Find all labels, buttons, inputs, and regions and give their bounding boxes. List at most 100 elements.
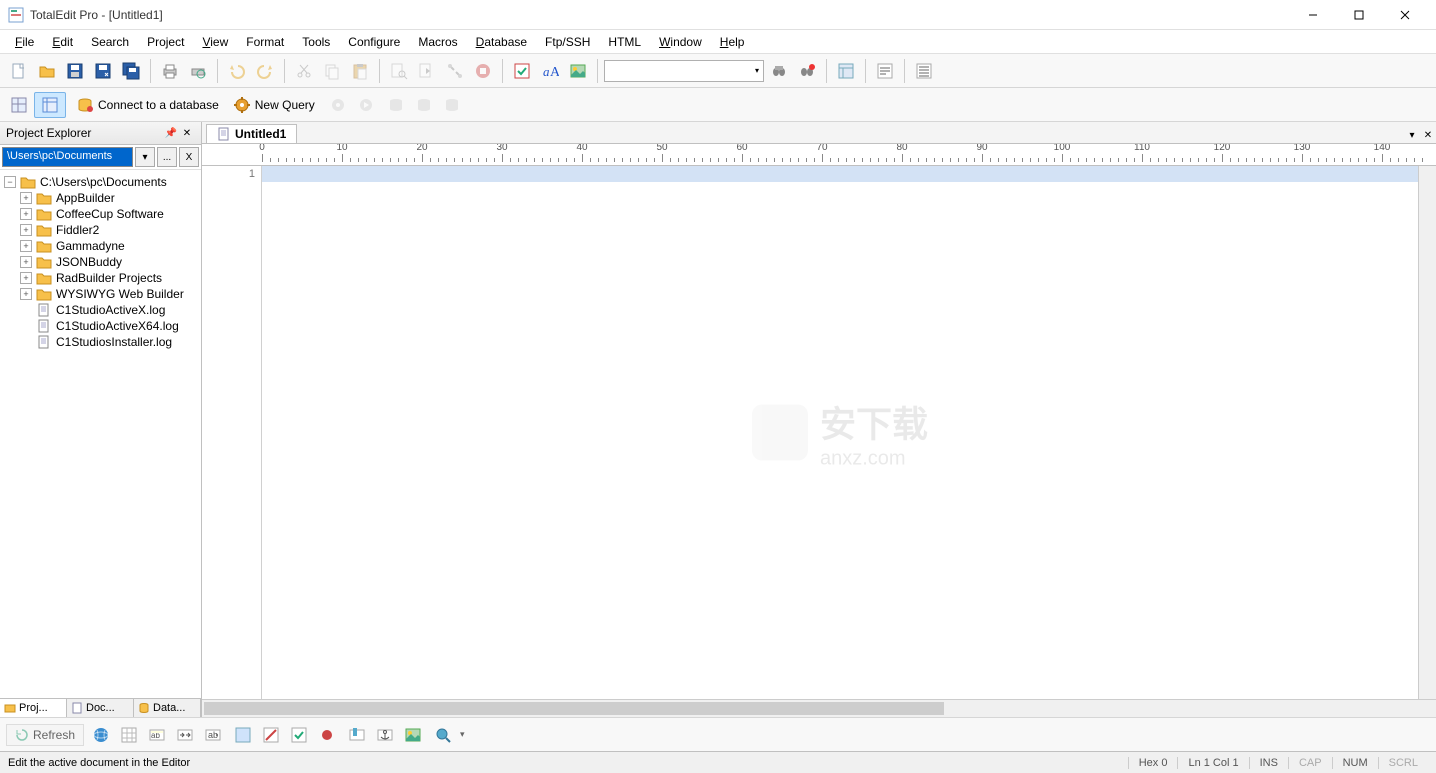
tab-close-button[interactable]: ✕ xyxy=(1420,127,1436,143)
tree-file[interactable]: C1StudiosInstaller.log xyxy=(2,334,199,350)
bookmark-button[interactable] xyxy=(344,722,370,748)
menu-format[interactable]: Format xyxy=(237,32,293,52)
menu-project[interactable]: Project xyxy=(138,32,193,52)
panel-close-icon[interactable]: ✕ xyxy=(179,125,195,141)
tree-folder[interactable]: +Fiddler2 xyxy=(2,222,199,238)
menu-tools[interactable]: Tools xyxy=(293,32,339,52)
ruler: 0102030405060708090100110120130140 xyxy=(202,144,1436,166)
binoculars-icon[interactable] xyxy=(766,58,792,84)
horizontal-scrollbar[interactable] xyxy=(202,699,1436,717)
wrap-button[interactable] xyxy=(872,58,898,84)
menu-macros[interactable]: Macros xyxy=(409,32,466,52)
path-clear-button[interactable]: X xyxy=(179,147,199,167)
image-button[interactable] xyxy=(565,58,591,84)
tab-projects[interactable]: Proj... xyxy=(0,699,67,717)
tree-folder[interactable]: +JSONBuddy xyxy=(2,254,199,270)
tree-folder[interactable]: +RadBuilder Projects xyxy=(2,270,199,286)
grid-button[interactable] xyxy=(116,722,142,748)
db2-button[interactable] xyxy=(411,92,437,118)
tab-chars-button[interactable] xyxy=(172,722,198,748)
select-mode-button[interactable] xyxy=(230,722,256,748)
connect-database-button[interactable]: Connect to a database xyxy=(70,93,225,117)
pin-icon[interactable]: 📌 xyxy=(163,125,179,141)
edit-mode-button[interactable] xyxy=(258,722,284,748)
new-query-button[interactable]: New Query xyxy=(227,93,321,117)
new-file-button[interactable] xyxy=(6,58,32,84)
settings-button[interactable] xyxy=(442,58,468,84)
tree-folder[interactable]: +AppBuilder xyxy=(2,190,199,206)
maximize-button[interactable] xyxy=(1336,0,1382,30)
save-all-button[interactable] xyxy=(118,58,144,84)
status-ins: INS xyxy=(1249,757,1288,769)
menu-view[interactable]: View xyxy=(193,32,237,52)
new-query-label: New Query xyxy=(255,98,315,112)
highlight-button[interactable]: ab xyxy=(144,722,170,748)
show-grid-button[interactable] xyxy=(6,92,32,118)
svg-text:A: A xyxy=(550,65,559,80)
tree-folder[interactable]: −C:\Users\pc\Documents xyxy=(2,174,199,190)
menu-window[interactable]: Window xyxy=(650,32,711,52)
print-button[interactable] xyxy=(157,58,183,84)
undo-button[interactable] xyxy=(224,58,250,84)
zoom-button[interactable] xyxy=(430,722,456,748)
db3-button[interactable] xyxy=(439,92,465,118)
tab-documents[interactable]: Doc... xyxy=(67,699,134,717)
path-browse-button[interactable]: ... xyxy=(157,147,177,167)
find-button[interactable] xyxy=(386,58,412,84)
menu-file[interactable]: File xyxy=(6,32,43,52)
show-tree-button[interactable] xyxy=(34,92,66,118)
paste-button[interactable] xyxy=(347,58,373,84)
db1-button[interactable] xyxy=(383,92,409,118)
execute-button[interactable] xyxy=(325,92,351,118)
menu-database[interactable]: Database xyxy=(467,32,536,52)
search-combobox[interactable]: ▾ xyxy=(604,60,764,82)
minimize-button[interactable] xyxy=(1290,0,1336,30)
cut-button[interactable] xyxy=(291,58,317,84)
copy-button[interactable] xyxy=(319,58,345,84)
code-editor[interactable]: 安下载 anxz.com xyxy=(262,166,1418,699)
menu-configure[interactable]: Configure xyxy=(339,32,409,52)
project-explorer-panel: Project Explorer 📌 ✕ \Users\pc\Documents… xyxy=(0,122,202,717)
document-tab[interactable]: Untitled1 xyxy=(206,124,297,143)
spellcheck-button[interactable] xyxy=(509,58,535,84)
menu-ftpssh[interactable]: Ftp/SSH xyxy=(536,32,599,52)
menu-html[interactable]: HTML xyxy=(599,32,650,52)
vertical-scrollbar[interactable] xyxy=(1418,166,1436,699)
whitespace-button[interactable]: ab xyxy=(200,722,226,748)
font-button[interactable]: aA xyxy=(537,58,563,84)
insert-image-button[interactable] xyxy=(400,722,426,748)
record-button[interactable] xyxy=(314,722,340,748)
refresh-button[interactable]: Refresh xyxy=(6,724,84,746)
stop-button[interactable] xyxy=(470,58,496,84)
tree-folder[interactable]: +Gammadyne xyxy=(2,238,199,254)
save-as-button[interactable] xyxy=(90,58,116,84)
tree-file[interactable]: C1StudioActiveX.log xyxy=(2,302,199,318)
list-button[interactable] xyxy=(911,58,937,84)
anchor-button[interactable] xyxy=(372,722,398,748)
tab-menu-button[interactable]: ▾ xyxy=(1404,127,1420,143)
tree-file[interactable]: C1StudioActiveX64.log xyxy=(2,318,199,334)
tree-folder[interactable]: +WYSIWYG Web Builder xyxy=(2,286,199,302)
check-mode-button[interactable] xyxy=(286,722,312,748)
path-input[interactable]: \Users\pc\Documents xyxy=(2,147,133,167)
find-next-button[interactable] xyxy=(414,58,440,84)
zoom-dropdown-icon[interactable]: ▾ xyxy=(460,729,465,740)
close-button[interactable] xyxy=(1382,0,1428,30)
connect-label: Connect to a database xyxy=(98,98,219,112)
status-bar: Edit the active document in the Editor H… xyxy=(0,751,1436,773)
print-preview-button[interactable] xyxy=(185,58,211,84)
menu-search[interactable]: Search xyxy=(82,32,138,52)
tree-folder[interactable]: +CoffeeCup Software xyxy=(2,206,199,222)
execute-step-button[interactable] xyxy=(353,92,379,118)
path-dropdown-button[interactable]: ▾ xyxy=(135,147,155,167)
redo-button[interactable] xyxy=(252,58,278,84)
menu-help[interactable]: Help xyxy=(711,32,754,52)
binoculars-go-icon[interactable] xyxy=(794,58,820,84)
folder-tree[interactable]: −C:\Users\pc\Documents+AppBuilder+Coffee… xyxy=(0,170,201,698)
open-file-button[interactable] xyxy=(34,58,60,84)
menu-edit[interactable]: Edit xyxy=(43,32,82,52)
layout-button[interactable] xyxy=(833,58,859,84)
save-button[interactable] xyxy=(62,58,88,84)
tab-database[interactable]: Data... xyxy=(134,699,201,717)
globe-button[interactable] xyxy=(88,722,114,748)
